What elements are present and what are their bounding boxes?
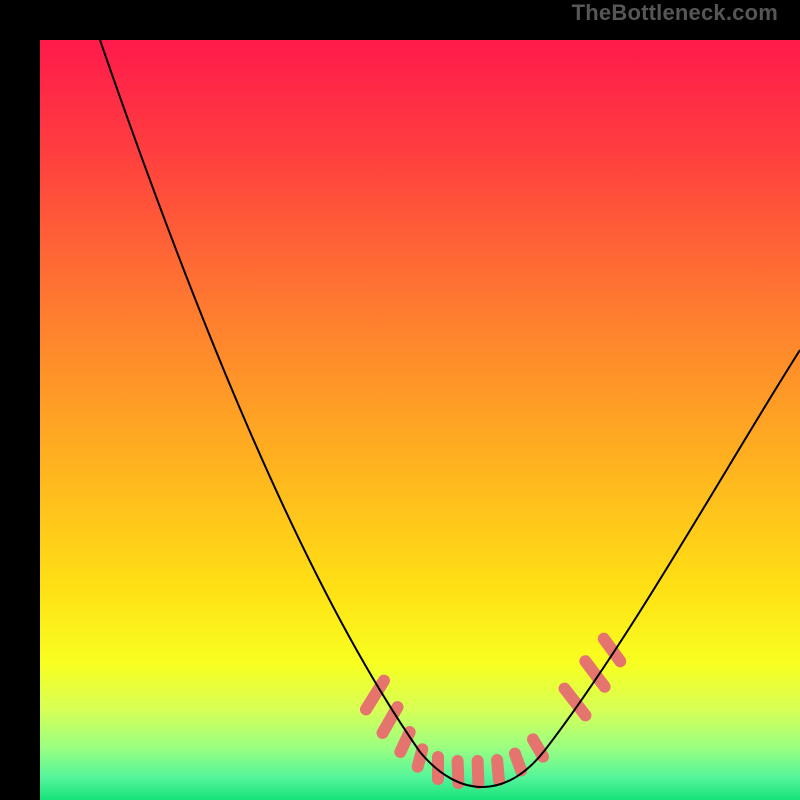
gradient-background bbox=[40, 40, 800, 800]
bottleneck-chart bbox=[40, 40, 800, 800]
marker-dash bbox=[478, 761, 479, 783]
chart-frame bbox=[20, 20, 780, 780]
watermark-text: TheBottleneck.com bbox=[572, 0, 778, 26]
marker-dash bbox=[497, 760, 499, 780]
marker-dash bbox=[515, 754, 521, 771]
marker-dash bbox=[458, 761, 459, 783]
